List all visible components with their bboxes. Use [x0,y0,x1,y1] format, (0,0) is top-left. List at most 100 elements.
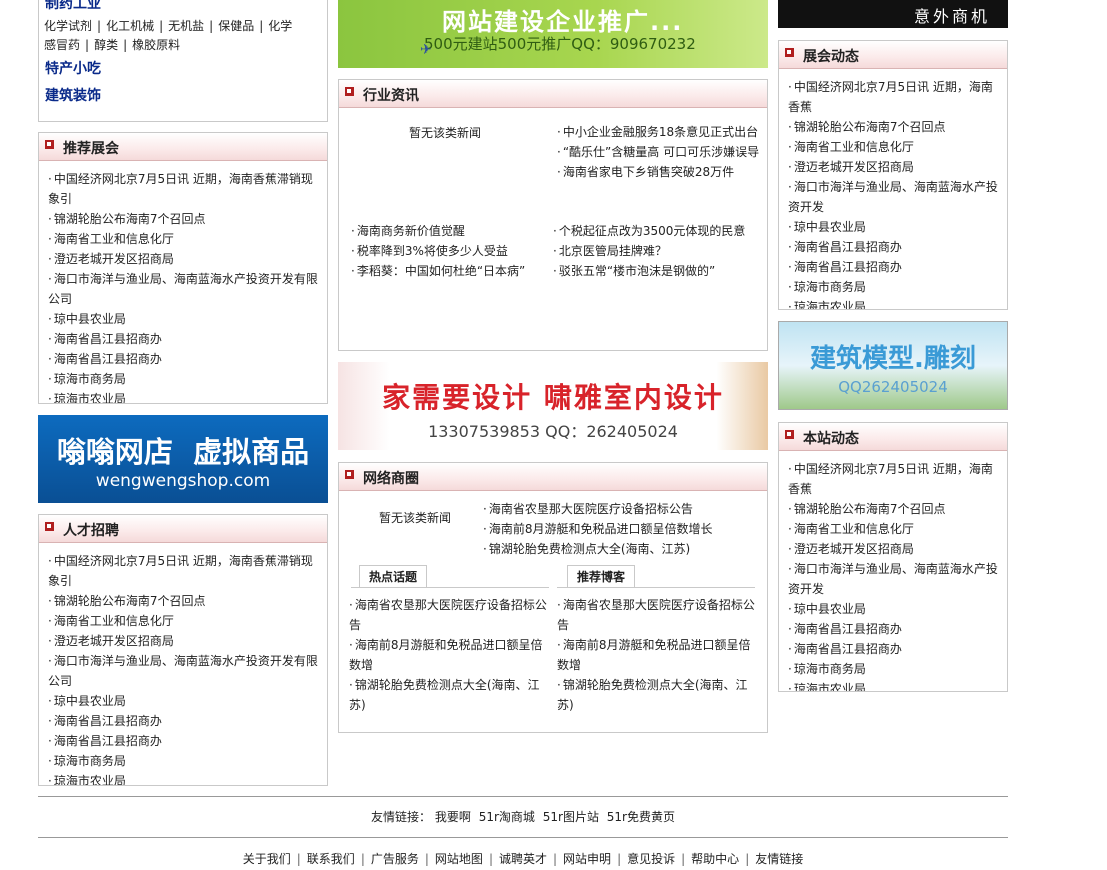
list-item[interactable]: 海南省工业和信息化厅 [788,519,1001,539]
list-item[interactable]: 海南前8月游艇和免税品进口额呈倍数增 [349,635,549,675]
banner-subline: QQ262405024 [838,378,948,396]
category-heading-decor[interactable]: 建筑装饰 [45,85,101,105]
square-bullet-icon [45,140,54,149]
list-item[interactable]: 琼海市商务局 [48,369,321,389]
list-item[interactable]: 海口市海洋与渔业局、海南蓝海水产投资开发 [788,559,1001,599]
list-item[interactable]: 海南省昌江县招商办 [48,329,321,349]
list-item[interactable]: 锦湖轮胎公布海南7个召回点 [48,209,321,229]
list-item[interactable]: 锦湖轮胎公布海南7个召回点 [788,499,1001,519]
list-item[interactable]: 锦湖轮胎公布海南7个召回点 [788,117,1001,137]
list-item[interactable]: 海南省昌江县招商办 [48,349,321,369]
list-item[interactable]: 中国经济网北京7月5日讯 近期，海南香蕉 [788,77,1001,117]
footer-link-sitemap[interactable]: 网站地图 [435,852,483,866]
list-item[interactable]: 海南省昌江县招商办 [48,711,321,731]
web-building-banner[interactable]: 网站建设企业推广... 500元建站500元推广QQ：909670232 ✈ [338,0,768,68]
sub-link[interactable]: 醇类 [94,38,118,52]
box-title: 人才招聘 [63,523,119,539]
list-item[interactable]: 澄迈老城开发区招商局 [788,157,1001,177]
sub-link[interactable]: 无机盐 [168,19,204,33]
sub-link[interactable]: 化学试剂 [44,19,92,33]
list-item[interactable]: 琼中县农业局 [788,599,1001,619]
list-item[interactable]: 海南省昌江县招商办 [788,237,1001,257]
friend-link[interactable]: 51r免费黄页 [607,810,675,824]
list-item[interactable]: “酷乐仕”含糖量高 可口可乐涉嫌误导 [557,142,761,162]
list-item[interactable]: 海南省工业和信息化厅 [48,611,321,631]
wengweng-shop-banner[interactable]: 嗡嗡网店 虚拟商品 wengwengshop.com [38,415,328,503]
list-item[interactable]: 海南商务新价值觉醒 [351,221,551,241]
industry-left-bottom-list: 海南商务新价值觉醒 税率降到3%将使多少人受益 李稻葵：中国如何杜绝“日本病” [351,221,551,281]
friend-link[interactable]: 51r图片站 [543,810,599,824]
news-list: 中国经济网北京7月5日讯 近期，海南香蕉 锦湖轮胎公布海南7个召回点 海南省工业… [779,69,1007,309]
list-item[interactable]: 琼海市商务局 [788,659,1001,679]
list-item[interactable]: 海口市海洋与渔业局、海南蓝海水产投资开发有限公司 [48,269,321,309]
list-item[interactable]: 海南省农垦那大医院医疗设备招标公告 [483,499,765,519]
list-item[interactable]: 澄迈老城开发区招商局 [788,539,1001,559]
list-item[interactable]: 海南省昌江县招商办 [788,639,1001,659]
list-item[interactable]: 中国经济网北京7月5日讯 近期，海南香蕉 [788,459,1001,499]
list-item[interactable]: 琼中县农业局 [48,691,321,711]
list-item[interactable]: 琼海市农业局 [48,771,321,785]
list-item[interactable]: 琼海市商务局 [48,751,321,771]
list-item[interactable]: 琼中县农业局 [788,217,1001,237]
tab-recommended-blogs[interactable]: 推荐博客 [567,565,635,587]
list-item[interactable]: 琼中县农业局 [48,309,321,329]
list-item[interactable]: 海南省家电下乡销售突破28万件 [557,162,761,182]
list-item[interactable]: 北京医管局挂牌难？ [553,241,763,261]
footer-link-help[interactable]: 帮助中心 [691,852,739,866]
list-item[interactable]: 个税起征点改为3500元体现的民意 [553,221,763,241]
box-title: 推荐展会 [63,141,119,157]
interior-design-banner[interactable]: 家需要设计 啸雅室内设计 13307539853 QQ：262405024 [338,362,768,450]
list-item[interactable]: 税率降到3%将使多少人受益 [351,241,551,261]
list-item[interactable]: 锦湖轮胎免费检测点大全(海南、江苏) [349,675,549,715]
category-heading-snacks[interactable]: 特产小吃 [45,58,101,78]
list-item[interactable]: 琼海市农业局 [48,389,321,403]
category-box: 制药工业 化学试剂 | 化工机械 | 无机盐 | 保健品 | 化学 感冒药 | 醇类 | 橡胶原料 特产… [38,0,328,122]
list-item[interactable]: 海南省农垦那大医院医疗设备招标公告 [349,595,549,635]
list-item[interactable]: 中小企业金融服务18条意见正式出台 [557,122,761,142]
architecture-model-banner[interactable]: 建筑模型.雕刻 QQ262405024 [778,321,1008,410]
list-item[interactable]: 琼海市农业局 [788,679,1001,691]
sub-link[interactable]: 感冒药 [44,38,80,52]
sub-link[interactable]: 保健品 [218,19,254,33]
tab-hot-topics[interactable]: 热点话题 [359,565,427,587]
list-item[interactable]: 海南省工业和信息化厅 [788,137,1001,157]
expo-news-box: 展会动态 中国经济网北京7月5日讯 近期，海南香蕉 锦湖轮胎公布海南7个召回点 … [778,40,1008,310]
business-banner[interactable]: 意外商机 [778,0,1008,28]
footer-link-jobs[interactable]: 诚聘英才 [499,852,547,866]
list-item[interactable]: 海南省农垦那大医院医疗设备招标公告 [557,595,759,635]
footer-link-feedback[interactable]: 意见投诉 [627,852,675,866]
sub-link[interactable]: 化学 [268,19,292,33]
list-item[interactable]: 海南省昌江县招商办 [48,731,321,751]
list-item[interactable]: 海南前8月游艇和免税品进口额呈倍数增长 [483,519,765,539]
list-item[interactable]: 琼海市农业局 [788,297,1001,309]
list-item[interactable]: 锦湖轮胎公布海南7个召回点 [48,591,321,611]
friend-link[interactable]: 51r淘商城 [479,810,535,824]
list-item[interactable]: 琼海市商务局 [788,277,1001,297]
footer-link-about[interactable]: 关于我们 [243,852,291,866]
friend-link[interactable]: 我要啊 [435,810,471,824]
footer-link-friends[interactable]: 友情链接 [755,852,803,866]
list-item[interactable]: 中国经济网北京7月5日讯 近期，海南香蕉滞销现象引 [48,169,321,209]
footer-link-ads[interactable]: 广告服务 [371,852,419,866]
box-title: 展会动态 [803,49,859,65]
sub-link[interactable]: 橡胶原料 [132,38,180,52]
list-item[interactable]: 李稻葵：中国如何杜绝“日本病” [351,261,551,281]
list-item[interactable]: 海口市海洋与渔业局、海南蓝海水产投资开发 [788,177,1001,217]
list-item[interactable]: 海南省昌江县招商办 [788,257,1001,277]
category-heading-pharma[interactable]: 制药工业 [45,0,101,13]
square-bullet-icon [785,48,794,57]
list-item[interactable]: 澄迈老城开发区招商局 [48,631,321,651]
friend-links-label: 友情链接： [371,810,432,824]
list-item[interactable]: 驳张五常“楼市泡沫是钢做的” [553,261,763,281]
list-item[interactable]: 海南省工业和信息化厅 [48,229,321,249]
list-item[interactable]: 锦湖轮胎免费检测点大全(海南、江苏) [557,675,759,715]
list-item[interactable]: 锦湖轮胎免费检测点大全(海南、江苏) [483,539,765,559]
list-item[interactable]: 澄迈老城开发区招商局 [48,249,321,269]
list-item[interactable]: 中国经济网北京7月5日讯 近期，海南香蕉滞销现象引 [48,551,321,591]
footer-link-statement[interactable]: 网站申明 [563,852,611,866]
list-item[interactable]: 海南前8月游艇和免税品进口额呈倍数增 [557,635,759,675]
list-item[interactable]: 海南省昌江县招商办 [788,619,1001,639]
list-item[interactable]: 海口市海洋与渔业局、海南蓝海水产投资开发有限公司 [48,651,321,691]
sub-link[interactable]: 化工机械 [106,19,154,33]
footer-link-contact[interactable]: 联系我们 [307,852,355,866]
